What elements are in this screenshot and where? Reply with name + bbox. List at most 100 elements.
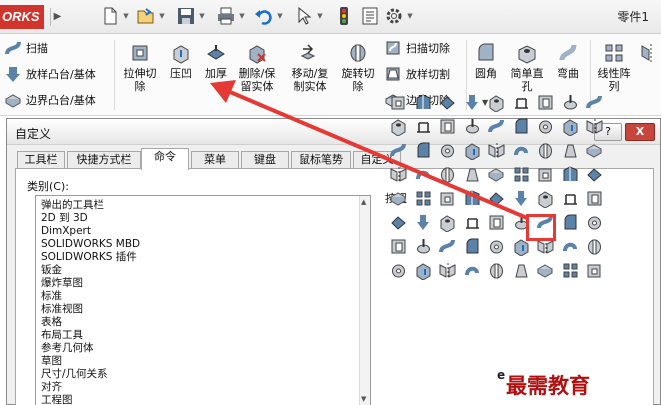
fillet-button[interactable]: 圆角	[470, 42, 502, 80]
command-button-icon[interactable]	[561, 189, 580, 208]
lofted-boss-button[interactable]: 放样凸台/基体	[4, 64, 96, 84]
category-item[interactable]: 爆炸草图	[41, 277, 83, 289]
command-button-icon[interactable]	[536, 165, 555, 184]
command-button-icon[interactable]	[438, 165, 457, 184]
command-button-icon[interactable]	[389, 93, 408, 112]
command-button-icon[interactable]	[487, 165, 506, 184]
category-item[interactable]: 尺寸/几何关系	[41, 368, 108, 380]
command-button-icon[interactable]	[561, 117, 580, 136]
command-button-icon[interactable]	[389, 165, 408, 184]
command-button-icon[interactable]	[414, 93, 433, 112]
swept-cut-button[interactable]: 扫描切除	[384, 38, 450, 58]
command-button-icon[interactable]	[414, 213, 433, 232]
category-item[interactable]: 对齐	[41, 381, 62, 393]
command-button-icon[interactable]	[463, 189, 482, 208]
command-button-icon[interactable]	[585, 165, 604, 184]
command-button-icon[interactable]	[585, 93, 604, 112]
command-button-icon[interactable]	[536, 93, 555, 112]
command-button-icon[interactable]	[414, 189, 433, 208]
tab-menus[interactable]: 菜单	[191, 151, 239, 169]
category-item[interactable]: 参考几何体	[41, 342, 94, 354]
command-button-icon[interactable]	[561, 141, 580, 160]
mirror-button[interactable]	[640, 42, 660, 67]
command-button-icon[interactable]	[561, 213, 580, 232]
boundary-boss-button[interactable]: 边界凸台/基体	[4, 90, 96, 110]
command-button-icon[interactable]	[463, 141, 482, 160]
open-dropdown-icon[interactable]: ▼	[158, 8, 166, 24]
command-button-icon[interactable]	[389, 189, 408, 208]
command-button-icon[interactable]	[438, 93, 457, 112]
command-button-icon[interactable]	[487, 93, 506, 112]
category-item[interactable]: 表格	[41, 316, 62, 328]
tab-commands[interactable]: 命令	[141, 148, 189, 170]
category-item[interactable]: SOLIDWORKS MBD	[41, 238, 140, 250]
command-button-icon[interactable]	[487, 261, 506, 280]
command-button-icon[interactable]	[512, 189, 531, 208]
select-dropdown-icon[interactable]: ▼	[316, 8, 324, 24]
command-button-icon[interactable]	[487, 189, 506, 208]
command-button-icon[interactable]	[463, 165, 482, 184]
category-scrollbar[interactable]: ▲ ▼	[359, 196, 370, 405]
command-button-icon[interactable]	[487, 117, 506, 136]
command-button-icon[interactable]	[512, 141, 531, 160]
command-button-icon[interactable]	[463, 93, 482, 112]
options-icon[interactable]	[384, 6, 404, 26]
indent-button[interactable]: 压凹	[164, 42, 198, 80]
command-button-icon[interactable]	[438, 117, 457, 136]
print-icon[interactable]	[216, 6, 236, 26]
command-button-icon[interactable]	[414, 165, 433, 184]
command-button-icon[interactable]	[389, 261, 408, 280]
save-dropdown-icon[interactable]: ▼	[198, 8, 206, 24]
linear-pattern-button[interactable]: 线性阵 列	[594, 42, 634, 93]
category-item[interactable]: DimXpert	[41, 225, 91, 237]
command-button-icon[interactable]	[463, 261, 482, 280]
command-button-icon[interactable]	[585, 237, 604, 256]
command-button-icon[interactable]	[585, 117, 604, 136]
command-button-icon[interactable]	[414, 117, 433, 136]
command-button-icon[interactable]	[585, 141, 604, 160]
close-button[interactable]: X	[625, 123, 655, 141]
save-icon[interactable]	[176, 6, 196, 26]
command-button-icon[interactable]	[536, 189, 555, 208]
command-button-icon[interactable]	[487, 213, 506, 232]
command-button-icon[interactable]	[536, 117, 555, 136]
move-copy-body-button[interactable]: 移动/复 制实体	[288, 42, 332, 93]
print-dropdown-icon[interactable]: ▼	[238, 8, 246, 24]
category-item[interactable]: 布局工具	[41, 329, 83, 341]
brand-logo[interactable]: ORKS	[0, 5, 44, 29]
command-button-icon[interactable]	[512, 165, 531, 184]
category-item[interactable]: 标准	[41, 290, 62, 302]
delete-body-button[interactable]: 删除/保 留实体	[236, 42, 278, 93]
new-icon[interactable]	[100, 6, 120, 26]
category-item[interactable]: 工程图	[41, 394, 73, 405]
command-button-icon[interactable]	[438, 237, 457, 256]
command-button-icon[interactable]	[487, 141, 506, 160]
scroll-up-icon[interactable]: ▲	[361, 198, 366, 206]
command-button-icon[interactable]	[414, 141, 433, 160]
revolved-cut-button[interactable]: 旋转切 除	[336, 42, 380, 93]
command-button-icon[interactable]	[438, 213, 457, 232]
command-button-icon[interactable]	[438, 141, 457, 160]
category-item[interactable]: 弹出的工具栏	[41, 199, 104, 211]
swept-boss-button[interactable]: 扫描	[4, 38, 48, 58]
command-button-icon[interactable]	[536, 261, 555, 280]
command-button-icon[interactable]	[585, 213, 604, 232]
lofted-cut-button[interactable]: 放样切割	[384, 64, 450, 84]
command-button-icon[interactable]	[561, 165, 580, 184]
open-icon[interactable]	[136, 6, 156, 26]
command-button-icon[interactable]	[389, 117, 408, 136]
undo-icon[interactable]	[254, 6, 274, 26]
new-dropdown-icon[interactable]: ▼	[122, 8, 130, 24]
file-properties-icon[interactable]	[360, 6, 380, 26]
category-item[interactable]: 2D 到 3D	[41, 212, 88, 224]
tab-mouse-gestures[interactable]: 鼠标笔势	[291, 151, 351, 169]
command-button-icon[interactable]	[463, 213, 482, 232]
command-button-icon[interactable]	[389, 141, 408, 160]
extruded-cut-button[interactable]: 拉伸切 除	[120, 42, 160, 93]
command-button-icon[interactable]	[585, 189, 604, 208]
command-button-icon[interactable]	[561, 237, 580, 256]
scroll-down-icon[interactable]: ▼	[361, 395, 366, 403]
undo-dropdown-icon[interactable]: ▼	[276, 8, 284, 24]
category-item[interactable]: 草图	[41, 355, 62, 367]
command-button-icon[interactable]	[487, 237, 506, 256]
